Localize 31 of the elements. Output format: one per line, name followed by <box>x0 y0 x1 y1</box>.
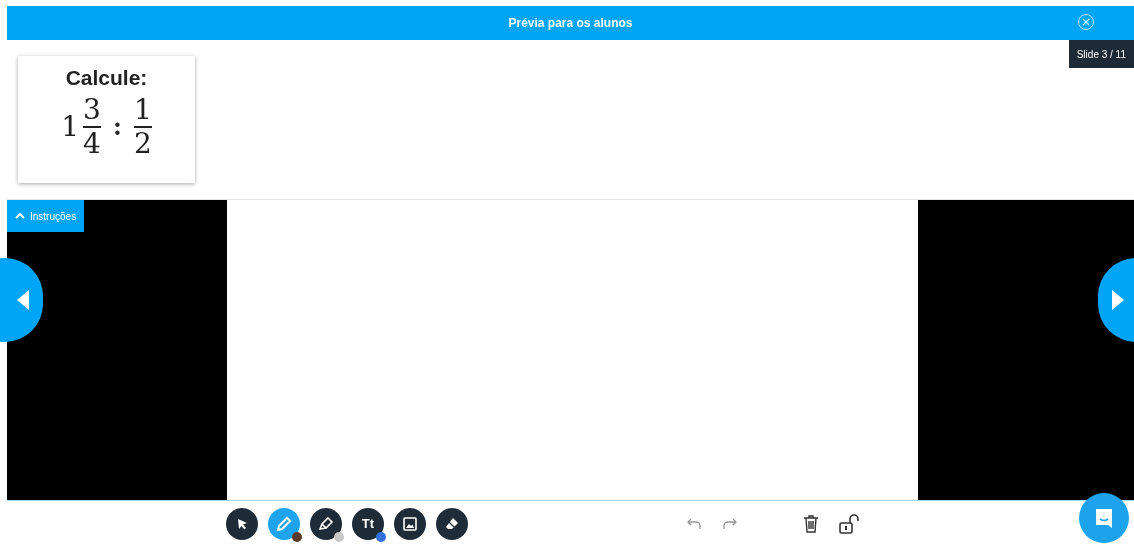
trash-icon <box>802 513 820 534</box>
chat-button[interactable] <box>1079 493 1129 543</box>
tool-button[interactable]: Tt <box>352 507 384 540</box>
tool-button[interactable] <box>310 507 342 540</box>
right-triangle-icon <box>1112 290 1124 310</box>
unlocked-padlock-icon <box>838 512 860 535</box>
denominator: 2 <box>133 129 152 158</box>
cursor-icon <box>235 516 249 531</box>
card-title: Calcule: <box>65 65 148 91</box>
slide-counter: Slide 3 / 11 <box>1068 40 1134 68</box>
left-triangle-icon <box>17 290 29 310</box>
lock-button[interactable] <box>838 512 860 535</box>
tool-button[interactable] <box>268 507 300 540</box>
close-icon <box>1082 18 1090 26</box>
tool-button[interactable] <box>394 507 426 540</box>
chat-icon <box>1093 507 1115 529</box>
delete-button[interactable] <box>802 513 820 534</box>
marker-icon <box>318 515 334 532</box>
pencil-icon <box>276 515 292 532</box>
denominator: 4 <box>83 129 101 158</box>
tool-button[interactable] <box>436 507 468 540</box>
numerator: 1 <box>133 95 152 124</box>
eraser-icon <box>444 515 460 532</box>
chevron-icon <box>15 213 25 219</box>
text-tool-icon: Tt <box>361 517 375 530</box>
image-icon <box>402 515 418 532</box>
numerator: 3 <box>83 95 101 124</box>
division-sign: : <box>113 110 122 143</box>
whole-number: 1 <box>61 108 79 145</box>
tool-button[interactable] <box>226 507 258 540</box>
header-title: Prévia para os alunos <box>508 15 633 32</box>
